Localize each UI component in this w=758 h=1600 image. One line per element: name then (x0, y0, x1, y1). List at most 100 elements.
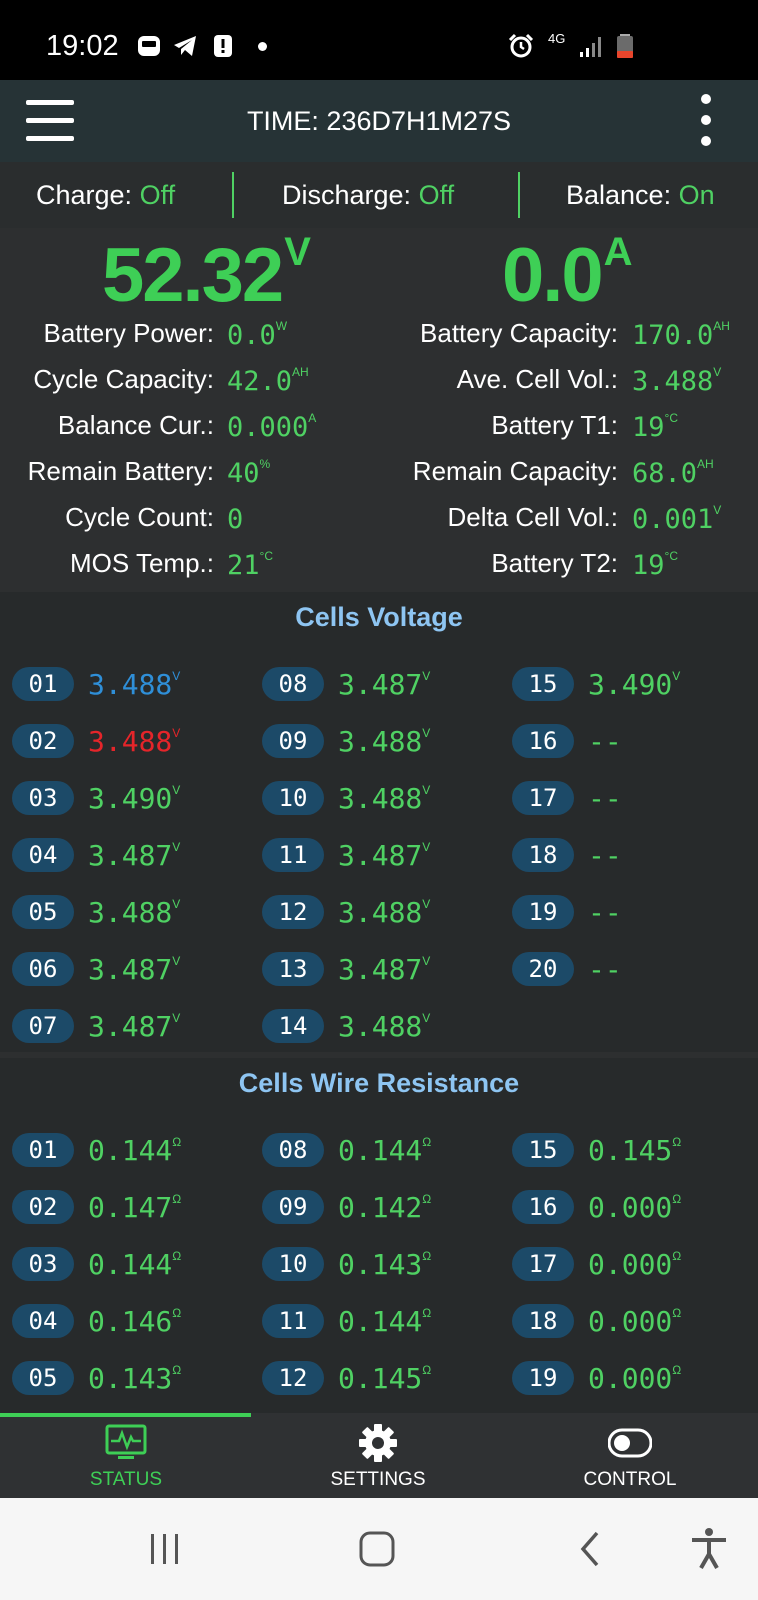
cell-number-badge: 11 (262, 1304, 324, 1338)
nav-control-label: CONTROL (583, 1469, 677, 1490)
cell-item: 02 0.147Ω (12, 1190, 252, 1224)
cell-value: 3.488V (88, 668, 181, 701)
cell-value: 3.490V (88, 782, 181, 815)
cell-item: 15 0.145Ω (512, 1133, 752, 1167)
cell-value: -- (588, 839, 622, 872)
cell-value: 0.000Ω (588, 1362, 682, 1395)
app-bar: TIME: 236D7H1M27S (0, 80, 758, 162)
info-label: Remain Capacity: (412, 456, 618, 486)
cell-item: 05 0.143Ω (12, 1361, 252, 1395)
cell-number-badge: 09 (262, 724, 324, 758)
cell-value: 0.144Ω (338, 1305, 432, 1338)
cell-value: 3.488V (338, 896, 431, 929)
info-value: 0.001V (632, 503, 722, 535)
cell-item: 19 -- (512, 895, 752, 929)
cell-number-badge: 02 (12, 1190, 74, 1224)
accessibility-icon[interactable] (684, 1524, 734, 1574)
cell-value: -- (588, 896, 622, 929)
gear-icon (359, 1424, 397, 1462)
cell-value: 0.147Ω (88, 1191, 182, 1224)
info-row: Delta Cell Vol.: 0.001V (0, 502, 758, 542)
cell-number-badge: 11 (262, 838, 324, 872)
balance-value: On (678, 180, 715, 210)
cell-number-badge: 06 (12, 952, 74, 986)
info-value: 68.0AH (632, 457, 714, 489)
cell-item: 10 0.143Ω (262, 1247, 502, 1281)
cell-value: 3.488V (338, 782, 431, 815)
alert-icon (214, 35, 232, 57)
cell-number-badge: 14 (262, 1009, 324, 1043)
cell-number-badge: 18 (512, 838, 574, 872)
discharge-value: Off (418, 180, 455, 210)
back-icon[interactable] (566, 1524, 616, 1574)
cell-number-badge: 15 (512, 1133, 574, 1167)
battery-icon (617, 34, 633, 58)
info-row: Ave. Cell Vol.: 3.488V (0, 364, 758, 404)
active-tab-indicator (0, 1413, 251, 1417)
cell-number-badge: 12 (262, 895, 324, 929)
cell-item: 12 0.145Ω (262, 1361, 502, 1395)
nav-status-label: STATUS (89, 1469, 163, 1490)
cell-value: 0.000Ω (588, 1305, 682, 1338)
telegram-icon (174, 36, 196, 56)
cell-value: 0.144Ω (338, 1134, 432, 1167)
cell-item: 07 3.487V (12, 1009, 252, 1043)
cell-item: 09 3.488V (262, 724, 502, 758)
cell-number-badge: 16 (512, 724, 574, 758)
info-value: 19°C (632, 411, 678, 443)
more-options-icon[interactable] (694, 94, 720, 146)
cell-item: 16 0.000Ω (512, 1190, 752, 1224)
info-row: Battery T1: 19°C (0, 410, 758, 450)
cell-number-badge: 03 (12, 1247, 74, 1281)
cell-item: 02 3.488V (12, 724, 252, 758)
cell-item: 15 3.490V (512, 667, 752, 701)
cell-value: 3.488V (338, 1010, 431, 1043)
status-time: 19:02 (46, 30, 119, 62)
cell-number-badge: 05 (12, 1361, 74, 1395)
cell-number-badge: 01 (12, 1133, 74, 1167)
cell-number-badge: 09 (262, 1190, 324, 1224)
nav-status-tab[interactable]: STATUS (0, 1413, 252, 1498)
cell-item: 13 3.487V (262, 952, 502, 986)
cell-item: 05 3.488V (12, 895, 252, 929)
nav-control-tab[interactable]: CONTROL (504, 1413, 756, 1498)
cell-item: 17 -- (512, 781, 752, 815)
cell-number-badge: 16 (512, 1190, 574, 1224)
info-value: 170.0AH (632, 319, 730, 351)
cell-number-badge: 19 (512, 895, 574, 929)
cell-item: 04 3.487V (12, 838, 252, 872)
balance-status: Balance: On (566, 180, 715, 210)
cell-item: 04 0.146Ω (12, 1304, 252, 1338)
home-icon[interactable] (352, 1524, 402, 1574)
cell-number-badge: 19 (512, 1361, 574, 1395)
cell-value: 0.142Ω (338, 1191, 432, 1224)
cell-number-badge: 08 (262, 667, 324, 701)
network-type: 4G (548, 31, 566, 46)
cell-number-badge: 13 (262, 952, 324, 986)
cell-item: 09 0.142Ω (262, 1190, 502, 1224)
cell-number-badge: 03 (12, 781, 74, 815)
uptime-title: TIME: 236D7H1M27S (246, 106, 512, 136)
signal-icon (580, 37, 601, 57)
cell-value: 0.145Ω (338, 1362, 432, 1395)
cell-number-badge: 20 (512, 952, 574, 986)
info-value: 19°C (632, 549, 678, 581)
nav-settings-label: SETTINGS (330, 1469, 426, 1490)
cell-value: 0.144Ω (88, 1134, 182, 1167)
cell-number-badge: 05 (12, 895, 74, 929)
cell-number-badge: 17 (512, 781, 574, 815)
cell-item: 03 3.490V (12, 781, 252, 815)
nav-settings-tab[interactable]: SETTINGS (252, 1413, 504, 1498)
cell-value: 3.488V (338, 725, 431, 758)
pack-voltage: 52.32V (102, 230, 311, 318)
cell-number-badge: 04 (12, 838, 74, 872)
info-row: Battery T2: 19°C (0, 548, 758, 588)
cell-number-badge: 18 (512, 1304, 574, 1338)
status-bar: 19:02 4G (0, 0, 758, 80)
cell-value: 0.143Ω (88, 1362, 182, 1395)
switch-status-row: Charge: Off Discharge: Off Balance: On (0, 162, 758, 228)
bottom-nav: STATUS SETTINGS CONTROL (0, 1413, 758, 1498)
charge-status: Charge: Off (36, 180, 176, 210)
recent-apps-icon[interactable] (140, 1524, 190, 1574)
cell-number-badge: 01 (12, 667, 74, 701)
